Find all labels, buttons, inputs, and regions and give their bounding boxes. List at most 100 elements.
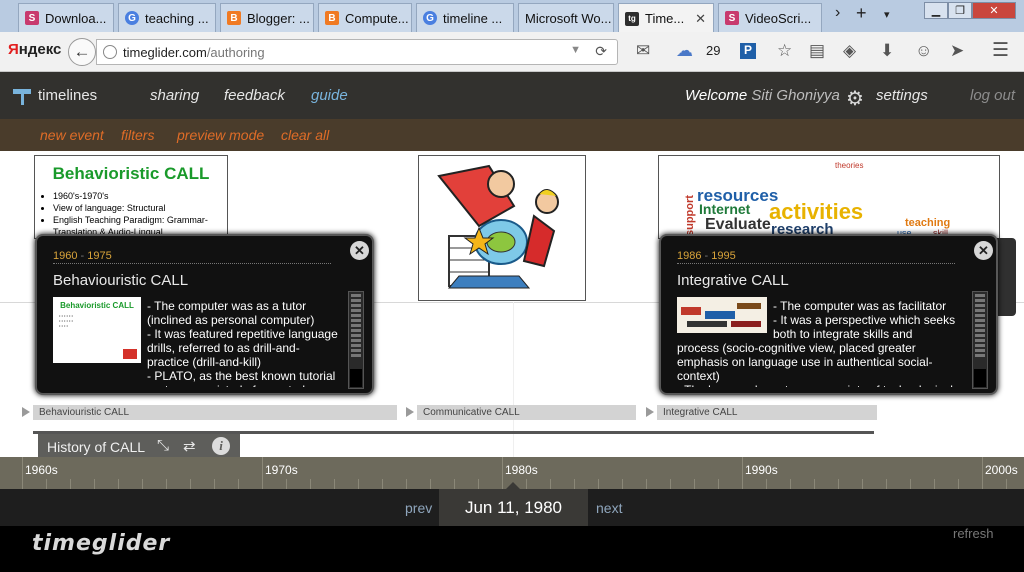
new-tab-icon[interactable]: + xyxy=(856,3,867,24)
browser-tab[interactable]: Microsoft Wo... xyxy=(518,3,614,32)
popup-description: - The computer was as facilitator - It w… xyxy=(773,299,956,341)
word: Internet xyxy=(699,201,751,217)
scroll-thumb[interactable] xyxy=(350,369,362,387)
clear-all-link[interactable]: clear all xyxy=(281,127,329,143)
reading-list-icon[interactable]: ▤ xyxy=(809,41,825,61)
word: theories xyxy=(835,161,863,170)
screen: S Downloa... Gteaching ... B Blogger: ... … xyxy=(0,0,1024,572)
event-image-integrative[interactable]: activities resources Internet Evaluate r… xyxy=(658,155,1000,239)
timeglider-logo: timeglider xyxy=(32,531,171,556)
word-cloud: activities resources Internet Evaluate r… xyxy=(684,161,950,238)
weather-temp: 29 xyxy=(706,43,721,58)
browser-tab[interactable]: S Downloa... xyxy=(18,3,114,32)
blogger-icon: B xyxy=(227,11,241,25)
timeline-legend[interactable]: History of CALL ⤡ ⇄ i xyxy=(38,434,240,459)
close-icon[interactable]: ✕ xyxy=(974,241,993,260)
pocket-icon[interactable]: ◈ xyxy=(843,41,856,61)
prev-link[interactable]: prev xyxy=(405,500,432,516)
event-band[interactable]: Behaviouristic CALL xyxy=(33,405,397,420)
popup-scrollbar[interactable] xyxy=(348,291,364,389)
event-image-behavioristic[interactable]: Behavioristic CALL 1960's-1970's View of… xyxy=(34,155,228,239)
logout-link[interactable]: log out xyxy=(970,87,1015,104)
browser-tab[interactable]: B Blogger: ... xyxy=(220,3,314,32)
minimize-icon[interactable]: ▁ xyxy=(924,2,948,19)
slide-bullets: 1960's-1970's View of language: Structur… xyxy=(53,190,227,238)
popup-description: - The computer was as a tutor (inclined … xyxy=(147,299,338,387)
popup-title: Integrative CALL xyxy=(677,272,789,289)
collapse-icon[interactable]: ⤡ xyxy=(157,437,169,454)
close-tab-icon[interactable]: ✕ xyxy=(695,11,706,27)
popup-years: 1986 - 1995 xyxy=(677,250,736,262)
pocket-p-icon[interactable]: P xyxy=(740,43,756,59)
browser-tab[interactable]: B Compute... xyxy=(318,3,412,32)
new-event-link[interactable]: new event xyxy=(40,127,104,143)
timeglider-app: timelines sharing feedback guide Welcome… xyxy=(0,72,1024,572)
popup-image xyxy=(677,297,767,333)
next-link[interactable]: next xyxy=(596,500,622,516)
ruler-label: 1980s xyxy=(505,463,538,477)
restore-icon[interactable]: ❐ xyxy=(948,2,972,19)
info-icon[interactable]: i xyxy=(212,437,230,455)
menu-settings[interactable]: settings xyxy=(876,87,928,104)
tab-label: Compute... xyxy=(345,10,409,26)
browser-nav-bar: Яндекс ← timeglider.com/authoring ▼ ⟳ ✉ … xyxy=(0,32,1024,72)
reload-icon[interactable]: ⟳ xyxy=(595,43,607,60)
browser-tab[interactable]: Gtimeline ... xyxy=(416,3,514,32)
browser-tab[interactable]: S VideoScri... xyxy=(718,3,822,32)
smiley-icon[interactable]: ☺ xyxy=(915,41,932,61)
band-expand-icon[interactable] xyxy=(22,407,30,417)
bookmark-star-icon[interactable]: ☆ xyxy=(777,41,792,61)
blogger-icon: B xyxy=(325,11,339,25)
event-image-communicative[interactable] xyxy=(418,155,586,301)
close-window-icon[interactable]: ✕ xyxy=(972,2,1016,19)
event-popup-integrative: 1986 - 1995 Integrative CALL ✕ - The com… xyxy=(659,234,998,395)
band-expand-icon[interactable] xyxy=(406,407,414,417)
mail-icon[interactable]: ✉ xyxy=(636,41,650,61)
close-icon[interactable]: ✕ xyxy=(350,241,369,260)
band-expand-icon[interactable] xyxy=(646,407,654,417)
browser-tab[interactable]: Gteaching ... xyxy=(118,3,216,32)
scroll-thumb[interactable] xyxy=(974,369,986,387)
tab-scroll-right-icon[interactable]: › xyxy=(835,4,840,22)
tab-label: Blogger: ... xyxy=(247,10,310,26)
timelines-icon xyxy=(13,89,31,105)
browser-tab-active[interactable]: tg Time... ✕ xyxy=(618,3,714,33)
popup-title: Behaviouristic CALL xyxy=(53,272,189,289)
popup-years: 1960 - 1975 xyxy=(53,250,112,262)
download-icon[interactable]: ⬇ xyxy=(880,41,894,61)
back-button[interactable]: ← xyxy=(68,38,96,66)
url-bar[interactable]: timeglider.com/authoring ▼ ⟳ xyxy=(96,39,618,65)
send-icon[interactable]: ➤ xyxy=(950,41,964,61)
tab-list-icon[interactable]: ▾ xyxy=(884,8,890,21)
yandex-logo[interactable]: Яндекс xyxy=(8,41,61,58)
tab-label: Downloa... xyxy=(45,10,107,26)
tab-label: Microsoft Wo... xyxy=(525,10,612,26)
filters-link[interactable]: filters xyxy=(121,127,154,143)
event-popup-behaviouristic: 1960 - 1975 Behaviouristic CALL ✕ Behavi… xyxy=(35,234,374,395)
timeline-stage[interactable]: Behavioristic CALL 1960's-1970's View of… xyxy=(0,151,1024,459)
tab-label: Time... xyxy=(645,11,685,26)
weather-icon[interactable]: ☁ xyxy=(676,41,693,61)
menu-timelines[interactable]: timelines xyxy=(38,87,97,104)
url-dropdown-icon[interactable]: ▼ xyxy=(570,44,581,56)
refresh-link[interactable]: refresh xyxy=(953,526,993,541)
ruler-label: 1990s xyxy=(745,463,778,477)
ruler-label: 2000s xyxy=(985,463,1018,477)
menu-sharing[interactable]: sharing xyxy=(150,87,199,104)
shuffle-icon[interactable]: ⇄ xyxy=(183,437,196,455)
url-host: timeglider.com xyxy=(123,44,207,60)
popup-scrollbar[interactable] xyxy=(972,291,988,389)
gear-icon[interactable]: ⚙ xyxy=(846,86,864,111)
menu-guide[interactable]: guide xyxy=(311,87,348,104)
menu-feedback[interactable]: feedback xyxy=(224,87,285,104)
preview-mode-link[interactable]: preview mode xyxy=(177,127,264,143)
event-band[interactable]: Communicative CALL xyxy=(417,405,636,420)
browser-tab-strip: S Downloa... Gteaching ... B Blogger: ... … xyxy=(0,0,1024,33)
timeline-title: History of CALL xyxy=(47,439,146,455)
menu-icon[interactable]: ☰ xyxy=(992,39,1009,62)
event-band[interactable]: Integrative CALL xyxy=(657,405,877,420)
url-path: /authoring xyxy=(206,44,265,60)
current-date: Jun 11, 1980 xyxy=(439,489,588,526)
user-name[interactable]: Siti Ghoniyya xyxy=(751,87,839,104)
popup-image: Behavioristic CALL • • • • • • • • • • • … xyxy=(53,297,141,363)
